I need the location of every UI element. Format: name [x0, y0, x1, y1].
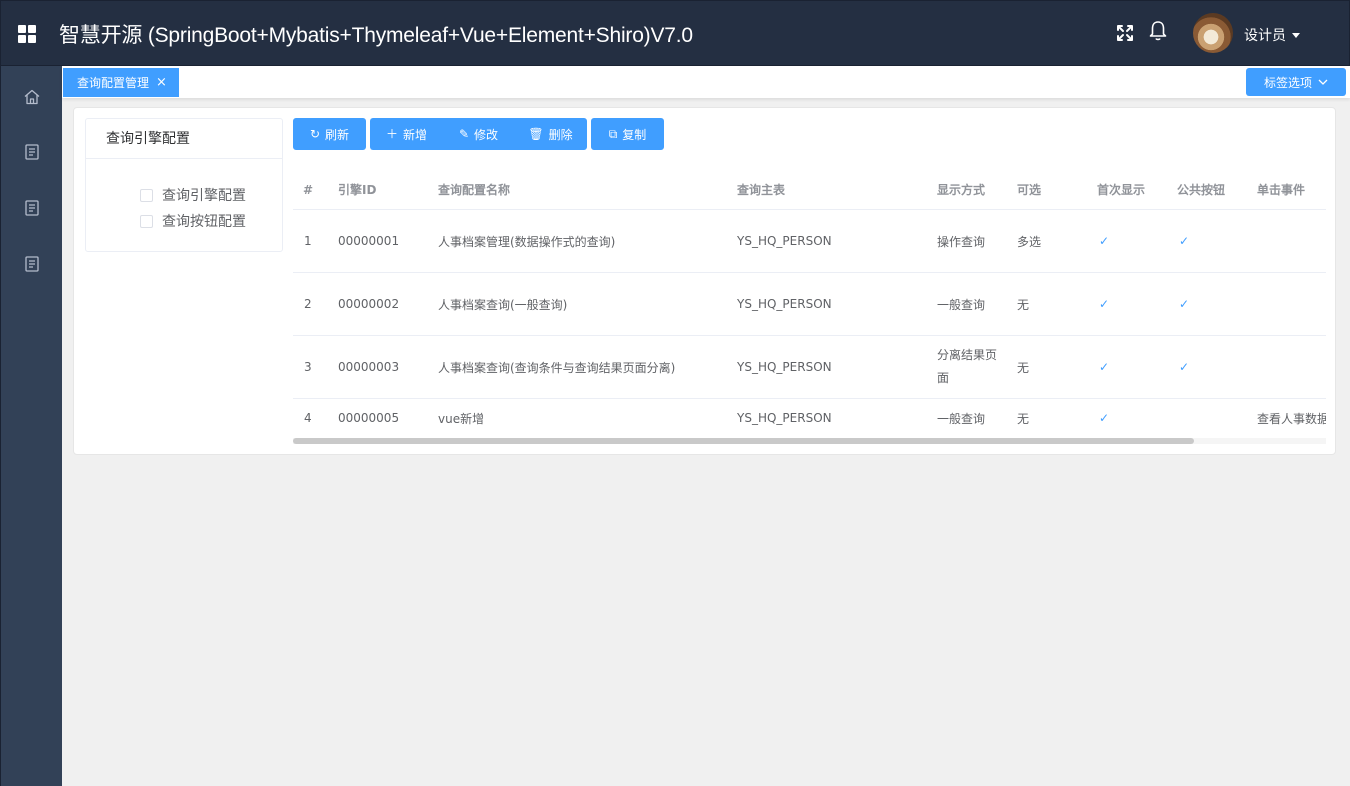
edit-icon: ✎ [458, 127, 470, 141]
cell-engine-id: 00000002 [338, 297, 400, 311]
col-index[interactable]: # [303, 170, 313, 210]
copy-icon: ⧉ [608, 127, 618, 141]
col-click-event[interactable]: 单击事件 [1257, 170, 1305, 210]
col-public-button[interactable]: 公共按钮 [1177, 170, 1225, 210]
cell-config-name: 人事档案管理(数据操作式的查询) [438, 234, 616, 249]
col-first-show[interactable]: 首次显示 [1097, 170, 1145, 210]
add-button[interactable]: ＋ 新增 [370, 118, 443, 150]
cell-display-mode: 分离结果页面 [937, 348, 998, 385]
cell-selectable: 无 [1017, 411, 1030, 426]
copy-button[interactable]: ⧉ 复制 [591, 118, 664, 150]
user-menu[interactable]: 设计员 [1244, 25, 1300, 45]
panel-title: 查询引擎配置 [86, 119, 282, 159]
table-row[interactable]: 2 00000002 人事档案查询(一般查询) YS_HQ_PERSON 一般查… [293, 273, 1326, 336]
cell-display-mode: 一般查询 [937, 411, 986, 426]
top-header: 智慧开源 (SpringBoot+Mybatis+Thymeleaf+Vue+E… [0, 0, 1350, 66]
plus-icon: ＋ [385, 127, 398, 141]
avatar[interactable] [1193, 13, 1233, 53]
sidebar-item-doc-2[interactable] [1, 180, 63, 236]
delete-button[interactable]: 🗑 删除 [514, 118, 587, 150]
cell-config-name: 人事档案查询(一般查询) [438, 297, 568, 312]
sidebar-item-doc-3[interactable] [1, 236, 63, 292]
add-label: 新增 [403, 127, 428, 142]
cell-display-mode: 操作查询 [937, 234, 986, 249]
col-config-name[interactable]: 查询配置名称 [438, 170, 510, 210]
tree-item-button-config[interactable]: 查询按钮配置 [140, 211, 246, 231]
checkbox[interactable] [140, 214, 153, 228]
edit-label: 修改 [474, 127, 499, 142]
table-row[interactable]: 4 00000005 vue新增 YS_HQ_PERSON 一般查询 无 ✓ 查… [293, 399, 1326, 440]
cell-selectable: 多选 [1017, 234, 1042, 249]
cell-config-name: 人事档案查询(查询条件与查询结果页面分离) [438, 360, 676, 375]
trash-icon: 🗑 [528, 127, 544, 141]
tags-bar: 查询配置管理 × 标签选项 [62, 66, 1350, 98]
cell-selectable: 无 [1017, 360, 1030, 375]
refresh-icon: ↻ [309, 127, 321, 141]
document-icon [25, 144, 39, 160]
user-name: 设计员 [1244, 28, 1286, 44]
col-selectable[interactable]: 可选 [1017, 170, 1041, 210]
sidebar [0, 66, 62, 786]
checkbox[interactable] [140, 188, 153, 202]
sidebar-item-home[interactable] [1, 69, 63, 125]
table-row[interactable]: 3 00000003 人事档案查询(查询条件与查询结果页面分离) YS_HQ_P… [293, 336, 1326, 399]
check-icon: ✓ [1099, 360, 1110, 374]
tag-options-button[interactable]: 标签选项 [1246, 68, 1346, 96]
col-main-table[interactable]: 查询主表 [737, 170, 785, 210]
horizontal-scrollbar[interactable] [293, 438, 1326, 444]
check-icon: ✓ [1099, 234, 1110, 248]
delete-label: 删除 [548, 127, 573, 142]
col-display-mode[interactable]: 显示方式 [937, 170, 985, 210]
cell-display-mode: 一般查询 [937, 297, 986, 312]
close-icon[interactable]: × [156, 75, 167, 90]
document-icon [25, 256, 39, 272]
tag-query-config[interactable]: 查询配置管理 × [63, 68, 179, 97]
content-card: 查询引擎配置 查询引擎配置 查询按钮配置 ↻ 刷新 ＋ 新增 ✎ 修改 🗑 删除… [73, 107, 1336, 455]
bell-icon[interactable] [1148, 20, 1168, 42]
fullscreen-icon[interactable] [1115, 23, 1135, 43]
table-header: # 引擎ID 查询配置名称 查询主表 显示方式 可选 首次显示 公共按钮 单击事… [293, 170, 1326, 210]
scrollbar-thumb[interactable] [293, 438, 1194, 444]
tree-item-label: 查询按钮配置 [162, 214, 246, 230]
home-icon [24, 89, 40, 105]
check-icon: ✓ [1179, 360, 1190, 374]
check-icon: ✓ [1099, 411, 1110, 425]
cell-config-name: vue新增 [438, 411, 485, 426]
app-title: 智慧开源 (SpringBoot+Mybatis+Thymeleaf+Vue+E… [59, 24, 693, 47]
cell-main-table: YS_HQ_PERSON [737, 411, 832, 425]
check-icon: ✓ [1179, 234, 1190, 248]
cell-main-table: YS_HQ_PERSON [737, 360, 832, 374]
cell-main-table: YS_HQ_PERSON [737, 234, 832, 248]
col-engine-id[interactable]: 引擎ID [338, 170, 376, 210]
cell-index: 2 [304, 297, 312, 311]
refresh-button[interactable]: ↻ 刷新 [293, 118, 366, 150]
engine-tree-panel: 查询引擎配置 查询引擎配置 查询按钮配置 [85, 118, 283, 252]
cell-selectable: 无 [1017, 297, 1030, 312]
copy-label: 复制 [622, 127, 647, 142]
cell-index: 4 [304, 411, 312, 425]
cell-click-event: 查看人事数据 [1257, 411, 1326, 426]
tag-options-label: 标签选项 [1263, 75, 1312, 90]
menu-grid-icon[interactable] [18, 25, 36, 43]
cell-main-table: YS_HQ_PERSON [737, 297, 832, 311]
cell-engine-id: 00000001 [338, 234, 400, 248]
sidebar-item-doc-1[interactable] [1, 124, 63, 180]
check-icon: ✓ [1099, 297, 1110, 311]
refresh-label: 刷新 [325, 127, 350, 142]
chevron-down-icon [1318, 79, 1328, 85]
query-config-table: # 引擎ID 查询配置名称 查询主表 显示方式 可选 首次显示 公共按钮 单击事… [293, 170, 1326, 445]
edit-button[interactable]: ✎ 修改 [442, 118, 515, 150]
cell-engine-id: 00000003 [338, 360, 400, 374]
table-row[interactable]: 1 00000001 人事档案管理(数据操作式的查询) YS_HQ_PERSON… [293, 210, 1326, 273]
cell-index: 3 [304, 360, 312, 374]
document-icon [25, 200, 39, 216]
check-icon: ✓ [1179, 297, 1190, 311]
caret-down-icon [1292, 32, 1300, 38]
cell-index: 1 [304, 234, 312, 248]
tree-item-engine-config[interactable]: 查询引擎配置 [140, 185, 246, 205]
tag-label: 查询配置管理 [77, 76, 150, 90]
tree-item-label: 查询引擎配置 [162, 188, 246, 204]
cell-engine-id: 00000005 [338, 411, 400, 425]
